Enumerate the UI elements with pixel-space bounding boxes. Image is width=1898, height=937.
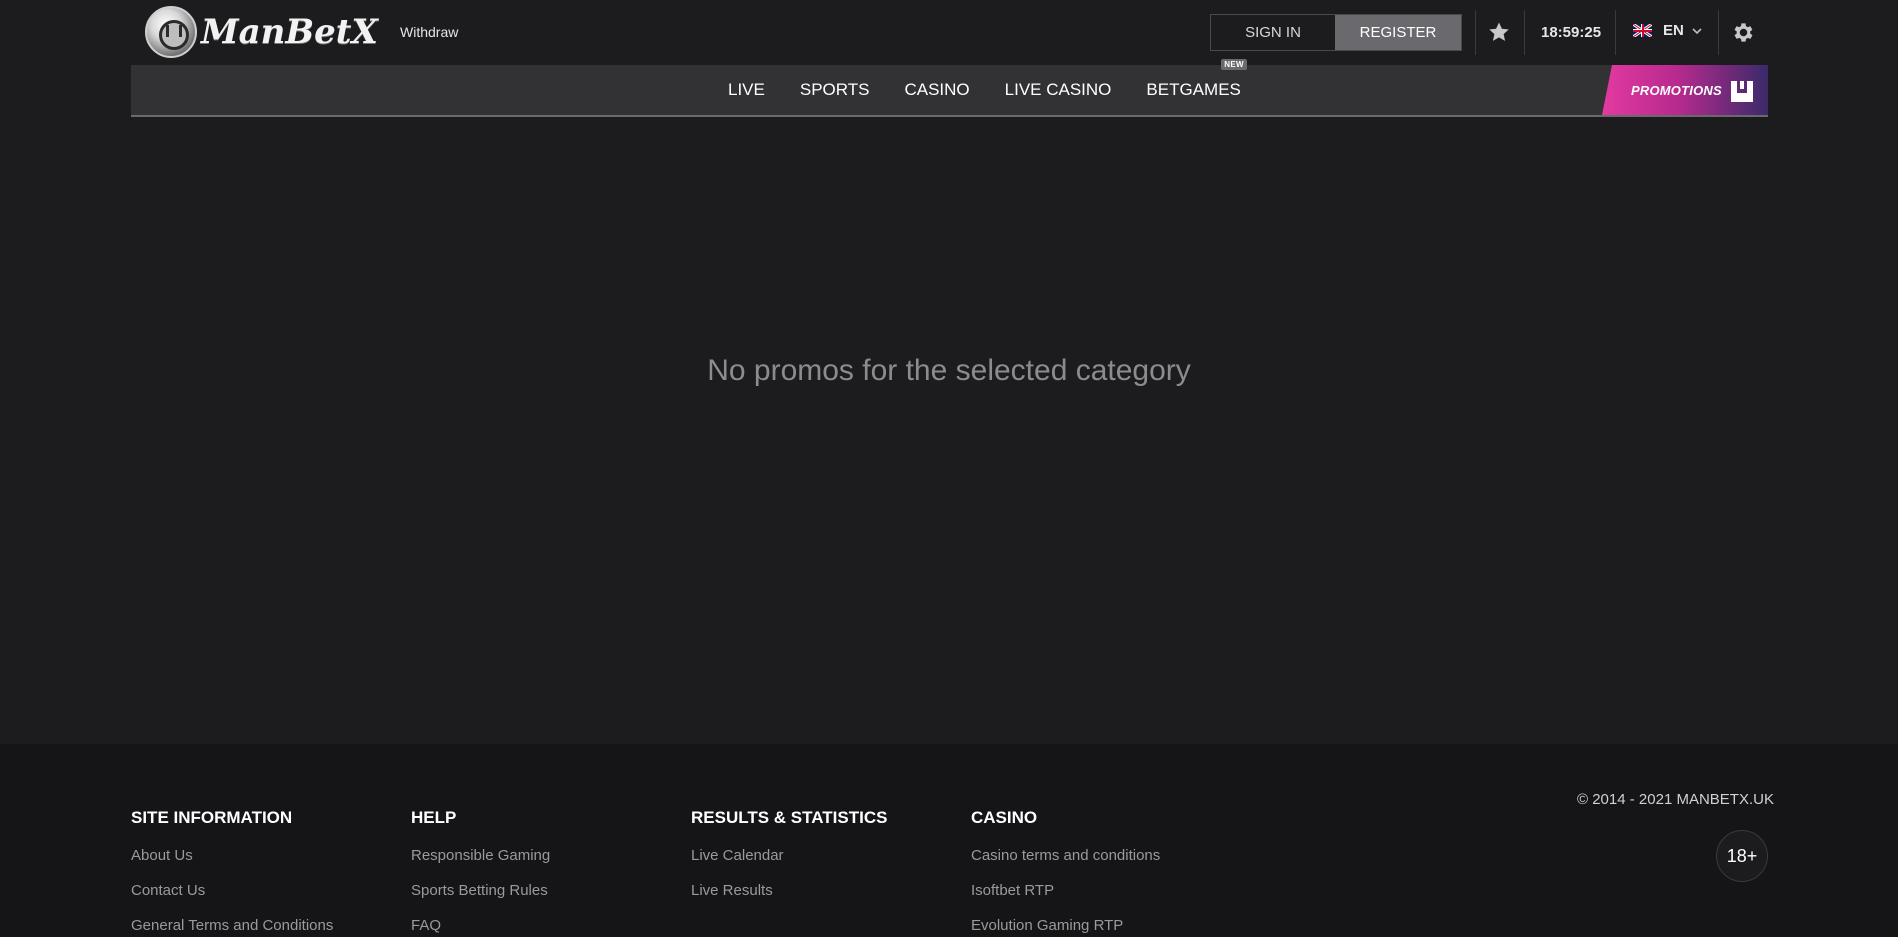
age-restriction-badge: 18+: [1716, 830, 1768, 882]
nav-items: LIVE SPORTS CASINO LIVE CASINO BETGAMES …: [728, 59, 1247, 115]
divider: [1475, 10, 1476, 55]
footer-column-title: RESULTS & STATISTICS: [691, 808, 888, 827]
promotions-button[interactable]: PROMOTIONS: [1602, 65, 1768, 115]
new-badge: NEW: [1221, 59, 1247, 70]
sign-in-button[interactable]: SIGN IN: [1211, 15, 1335, 50]
language-selector[interactable]: EN: [1633, 22, 1702, 39]
footer-column-help: HELP Responsible Gaming Sports Betting R…: [411, 808, 550, 937]
footer-column-title: HELP: [411, 808, 457, 827]
footer-column-casino: CASINO Casino terms and conditions Isoft…: [971, 808, 1160, 937]
withdraw-link[interactable]: Withdraw: [400, 24, 458, 40]
logo-emblem-icon: [145, 6, 197, 58]
footer-link-contact-us[interactable]: Contact Us: [131, 882, 333, 899]
footer-link-live-calendar[interactable]: Live Calendar: [691, 847, 887, 864]
clock: 18:59:25: [1541, 24, 1602, 41]
register-button[interactable]: REGISTER: [1335, 15, 1461, 50]
uk-flag-icon: [1633, 24, 1652, 37]
promo-icon: [1731, 81, 1753, 102]
footer: SITE INFORMATION About Us Contact Us Gen…: [0, 744, 1898, 937]
footer-link-evolution-gaming-rtp[interactable]: Evolution Gaming RTP: [971, 917, 1160, 934]
footer-link-live-results[interactable]: Live Results: [691, 882, 887, 899]
footer-column-results-statistics: RESULTS & STATISTICS Live Calendar Live …: [691, 808, 887, 917]
divider: [1524, 10, 1525, 55]
star-icon[interactable]: [1487, 20, 1511, 44]
main-nav: LIVE SPORTS CASINO LIVE CASINO BETGAMES …: [131, 59, 1768, 117]
empty-state-message: No promos for the selected category: [707, 354, 1191, 387]
footer-link-general-terms[interactable]: General Terms and Conditions: [131, 917, 333, 934]
nav-item-live-casino[interactable]: LIVE CASINO: [1005, 80, 1112, 100]
footer-column-title: SITE INFORMATION: [131, 808, 293, 827]
divider: [1718, 10, 1719, 55]
footer-link-sports-betting-rules[interactable]: Sports Betting Rules: [411, 882, 550, 899]
gear-icon[interactable]: [1731, 20, 1756, 45]
footer-link-casino-terms[interactable]: Casino terms and conditions: [971, 847, 1160, 864]
footer-link-isoftbet-rtp[interactable]: Isoftbet RTP: [971, 882, 1160, 899]
copyright: © 2014 - 2021 MANBETX.UK: [1577, 791, 1774, 808]
footer-link-about-us[interactable]: About Us: [131, 847, 333, 864]
footer-column-title: CASINO: [971, 808, 1038, 827]
auth-buttons: SIGN IN REGISTER: [1210, 14, 1462, 51]
language-code: EN: [1663, 22, 1684, 39]
nav-item-label: BETGAMES: [1146, 80, 1241, 99]
footer-link-responsible-gaming[interactable]: Responsible Gaming: [411, 847, 550, 864]
divider: [1615, 10, 1616, 55]
top-header: ManBetX Withdraw SIGN IN REGISTER 18:59:…: [131, 0, 1768, 65]
footer-link-faq[interactable]: FAQ: [411, 917, 550, 934]
brand-name: ManBetX: [201, 12, 378, 52]
nav-item-live[interactable]: LIVE: [728, 80, 765, 100]
footer-column-site-information: SITE INFORMATION About Us Contact Us Gen…: [131, 808, 333, 937]
nav-item-betgames[interactable]: BETGAMES NEW: [1146, 59, 1247, 100]
brand-logo[interactable]: ManBetX: [145, 6, 378, 58]
chevron-down-icon: [1692, 27, 1702, 34]
nav-item-casino[interactable]: CASINO: [904, 80, 969, 100]
promotions-label: PROMOTIONS: [1631, 82, 1722, 98]
nav-item-sports[interactable]: SPORTS: [800, 80, 870, 100]
